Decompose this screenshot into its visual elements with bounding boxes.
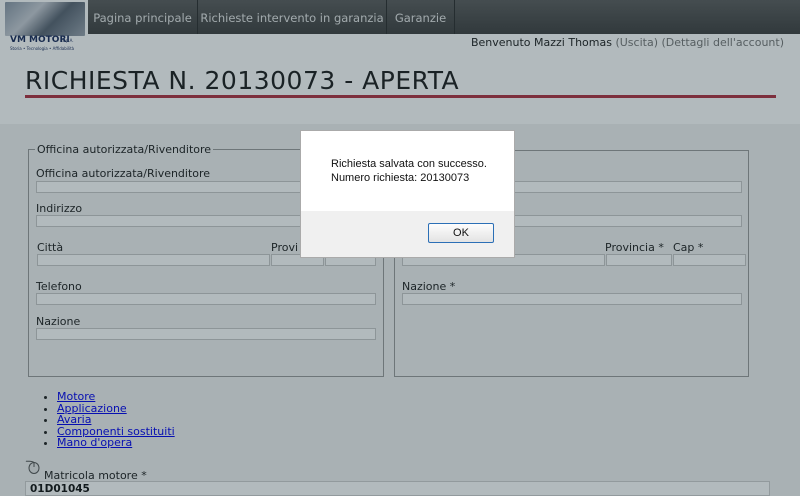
dialog-message: Richiesta salvata con successo. Numero r… xyxy=(331,157,487,185)
dialog-footer: OK xyxy=(301,211,514,257)
alert-dialog: Richiesta salvata con successo. Numero r… xyxy=(300,130,515,258)
dialog-message-line-1: Richiesta salvata con successo. xyxy=(331,158,487,170)
ok-button[interactable]: OK xyxy=(428,223,494,243)
dialog-message-line-2: Numero richiesta: 20130073 xyxy=(331,172,470,184)
